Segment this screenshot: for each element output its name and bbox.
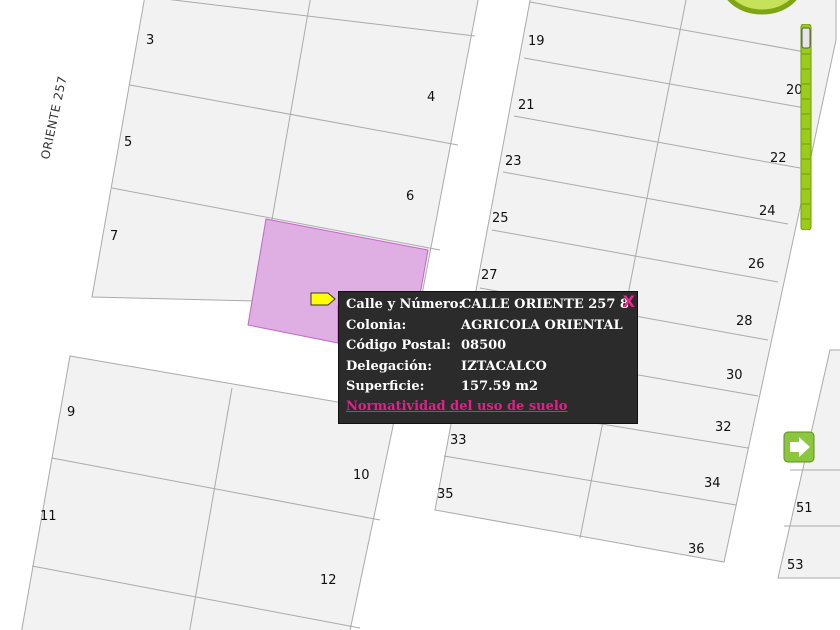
lot-number-label: 22	[770, 151, 787, 166]
popup-row-value: 157.59 m2	[461, 379, 539, 394]
green-arrow-icon[interactable]	[783, 431, 815, 463]
lot-number-label: 26	[748, 257, 765, 272]
lot-number-label: 34	[704, 476, 721, 491]
lot-number-label: 53	[787, 558, 804, 573]
lot-number-label: 35	[437, 487, 454, 502]
lot-number-label: 11	[40, 509, 57, 524]
lot-number-label: 19	[528, 34, 545, 49]
lot-number-label: 4	[427, 90, 435, 105]
pan-control[interactable]	[712, 0, 812, 20]
popup-row-value: IZTACALCO	[461, 358, 547, 374]
lot-number-label: 21	[518, 98, 535, 113]
lot-number-label: 36	[688, 542, 705, 557]
lot-number-label: 32	[715, 420, 732, 435]
popup-row-label: Código Postal:	[346, 338, 451, 353]
popup-row-value: AGRICOLA ORIENTAL	[461, 317, 623, 333]
lot-number-label: 30	[726, 368, 743, 383]
lot-number-label: 25	[492, 211, 509, 226]
yellow-arrow-marker-icon[interactable]	[310, 292, 336, 306]
popup-row-label: Calle y Número:	[346, 297, 464, 312]
lot-number-label: 51	[796, 501, 813, 516]
zoom-slider[interactable]	[799, 24, 813, 230]
lot-number-label: 5	[124, 135, 132, 150]
lot-number-label: 6	[406, 189, 414, 204]
lot-number-label: 24	[759, 204, 776, 219]
popup-row-label: Superficie:	[346, 379, 425, 394]
lot-number-label: 23	[505, 154, 522, 169]
lot-number-label: 9	[67, 405, 75, 420]
land-use-link[interactable]: Normatividad del uso de suelo	[346, 399, 567, 414]
lot-number-label: 12	[320, 573, 337, 588]
lot-number-label: 28	[736, 314, 753, 329]
popup-row-label: Colonia:	[346, 317, 407, 333]
popup-row-value: 08500	[461, 338, 507, 353]
lot-number-label: 7	[110, 229, 118, 244]
parcel-info-popup: Calle y Número: CALLE ORIENTE 257 8 Coloni…	[338, 291, 638, 424]
lot-number-label: 33	[450, 433, 467, 448]
popup-close-button[interactable]: X	[623, 292, 635, 311]
zoom-handle[interactable]	[801, 27, 811, 49]
popup-row-value: CALLE ORIENTE 257 8	[461, 297, 629, 312]
lot-number-label: 10	[353, 468, 370, 483]
lot-number-label: 27	[481, 268, 498, 283]
popup-row-label: Delegación:	[346, 358, 433, 374]
lot-number-label: 3	[146, 33, 154, 48]
